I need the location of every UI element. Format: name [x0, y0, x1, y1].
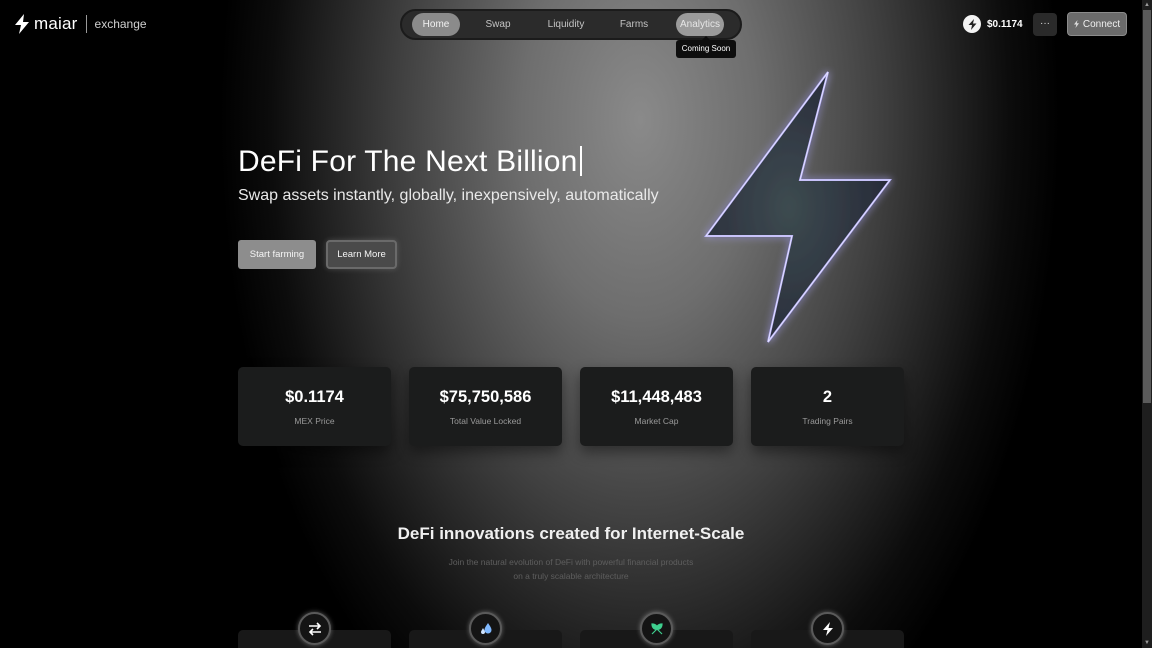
maiar-bolt-icon — [15, 14, 29, 34]
stat-card-mex-price: $0.1174 MEX Price — [238, 367, 391, 446]
typing-cursor — [579, 146, 582, 176]
farm-leaf-icon — [640, 612, 673, 645]
bolt-icon — [1073, 20, 1079, 28]
innovations-subtitle-line1: Join the natural evolution of DeFi with … — [448, 557, 694, 567]
connect-label: Connect — [1082, 18, 1121, 30]
vertical-scrollbar[interactable]: ▲ ▼ — [1142, 0, 1152, 648]
stat-value: $75,750,586 — [439, 388, 532, 406]
more-options-button[interactable]: ··· — [1033, 13, 1057, 36]
hero-title: DeFi For The Next Billion — [238, 145, 582, 179]
logo[interactable]: maiar exchange — [14, 13, 147, 35]
connect-wallet-button[interactable]: Connect — [1067, 12, 1127, 36]
innovations-title: DeFi innovations created for Internet-Sc… — [397, 524, 745, 543]
stat-label: Total Value Locked — [449, 416, 522, 426]
main-nav: Home Swap Liquidity Farms Analytics — [400, 9, 742, 40]
stat-value: 2 — [822, 388, 833, 406]
bolt-icon — [811, 612, 844, 645]
nav-liquidity[interactable]: Liquidity — [536, 13, 596, 36]
mex-price-value: $0.1174 — [987, 18, 1023, 30]
page: maiar exchange Home Swap Liquidity Farms… — [0, 0, 1142, 648]
coming-soon-tooltip: Coming Soon — [676, 36, 736, 58]
stat-label: Market Cap — [634, 416, 679, 426]
stat-label: MEX Price — [294, 416, 335, 426]
nav-swap[interactable]: Swap — [460, 13, 536, 36]
nav-analytics[interactable]: Analytics — [676, 13, 724, 36]
liquidity-drops-icon — [469, 612, 502, 645]
hero-title-text: DeFi For The Next Billion — [238, 145, 578, 178]
scroll-down-arrow-icon[interactable]: ▼ — [1142, 638, 1152, 648]
scrollbar-thumb[interactable] — [1143, 10, 1151, 403]
swap-arrows-icon — [298, 612, 331, 645]
logo-subtitle: exchange — [94, 17, 147, 31]
logo-word: maiar — [34, 14, 78, 33]
scroll-up-arrow-icon[interactable]: ▲ — [1142, 0, 1152, 10]
hero-subtitle: Swap assets instantly, globally, inexpen… — [238, 187, 659, 204]
mex-token-icon — [963, 15, 981, 33]
stat-label: Trading Pairs — [802, 416, 853, 426]
learn-more-button[interactable]: Learn More — [326, 240, 397, 269]
innovations-subtitle-line2: on a truly scalable architecture — [513, 571, 629, 581]
stat-value: $11,448,483 — [611, 388, 702, 406]
nav-home[interactable]: Home — [412, 13, 460, 36]
hero-bolt-illustration-icon — [704, 71, 893, 343]
stat-value: $0.1174 — [285, 388, 344, 406]
stat-card-tvl: $75,750,586 Total Value Locked — [409, 367, 562, 446]
logo-divider — [85, 15, 87, 33]
nav-farms[interactable]: Farms — [596, 13, 672, 36]
mex-price-indicator[interactable]: $0.1174 — [963, 15, 1023, 33]
start-farming-button[interactable]: Start farming — [238, 240, 316, 269]
innovations-subtitle: Join the natural evolution of DeFi with … — [430, 555, 712, 583]
stat-card-trading-pairs: 2 Trading Pairs — [751, 367, 904, 446]
stat-card-market-cap: $11,448,483 Market Cap — [580, 367, 733, 446]
